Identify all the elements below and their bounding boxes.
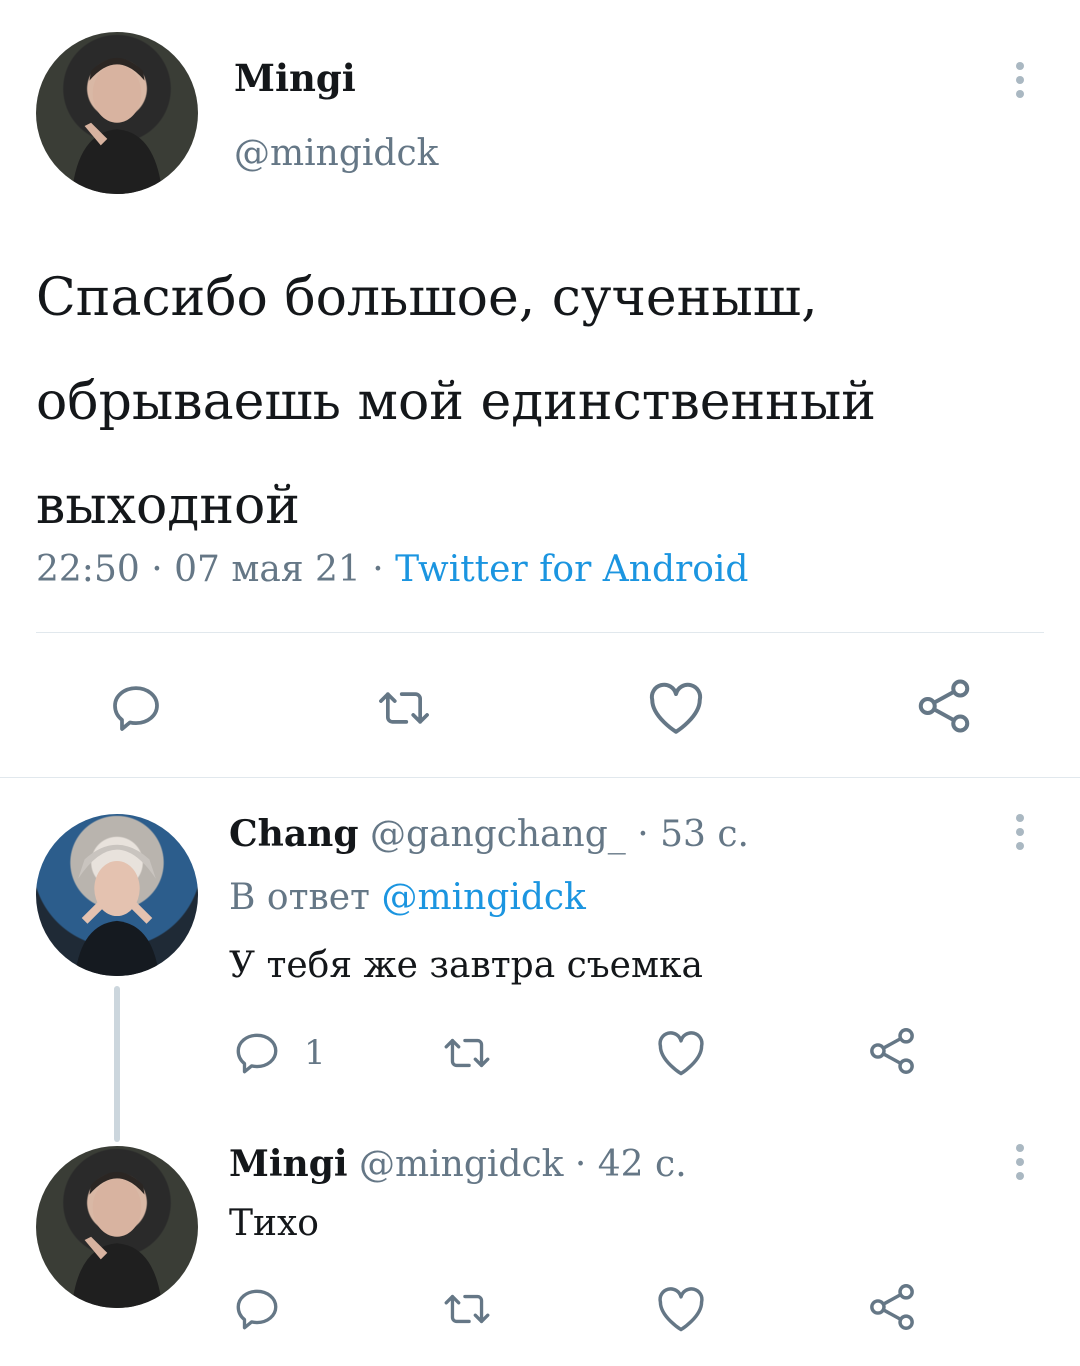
section-divider xyxy=(0,777,1080,778)
tweet-date: 07 мая 21 xyxy=(174,549,361,590)
retweet-icon[interactable] xyxy=(440,1028,494,1078)
author-name[interactable]: Mingi xyxy=(234,56,356,100)
more-vertical-icon[interactable] xyxy=(1013,814,1027,856)
reply-age: 42 с. xyxy=(597,1144,687,1185)
tweet-text-line: Спасибо большое, сученыш, xyxy=(36,268,818,328)
reply-text: У тебя же завтра съемка xyxy=(229,945,703,986)
thread-line xyxy=(114,986,120,1142)
reply-header: Mingi @mingidck · 42 с. xyxy=(229,1140,687,1189)
tweet-text-line: обрываешь мой единственный xyxy=(36,372,876,432)
avatar-chang[interactable] xyxy=(36,814,198,976)
tweet-text-line: выходной xyxy=(36,476,300,536)
meta-separator: · xyxy=(372,549,384,590)
tweet-text: Спасибо большое, сученыш, обрываешь мой … xyxy=(36,246,1056,558)
meta-separator: · xyxy=(637,814,649,855)
heart-icon[interactable] xyxy=(655,1028,707,1078)
author-handle[interactable]: @mingidck xyxy=(359,1144,563,1185)
reply-icon[interactable] xyxy=(232,1028,282,1078)
divider xyxy=(36,632,1044,633)
reply-to-handle-link[interactable]: @mingidck xyxy=(381,877,585,918)
meta-separator: · xyxy=(151,549,163,590)
reply-icon[interactable] xyxy=(108,680,164,736)
tweet-source-link[interactable]: Twitter for Android xyxy=(395,549,748,590)
reply-to-prefix: В ответ xyxy=(229,877,370,918)
author-handle[interactable]: @gangchang_ xyxy=(370,814,626,855)
share-icon[interactable] xyxy=(866,1025,918,1077)
heart-icon[interactable] xyxy=(655,1284,707,1334)
tweet-meta: 22:50 · 07 мая 21 · Twitter for Android xyxy=(36,546,748,594)
reply-text: Тихо xyxy=(229,1203,319,1244)
avatar-mingi[interactable] xyxy=(36,32,198,194)
heart-icon[interactable] xyxy=(646,680,706,736)
reply-icon[interactable] xyxy=(232,1284,282,1334)
meta-separator: · xyxy=(574,1144,587,1185)
retweet-icon[interactable] xyxy=(440,1284,494,1334)
avatar-image xyxy=(71,57,163,194)
share-icon[interactable] xyxy=(914,676,974,736)
reply-to: В ответ @mingidck xyxy=(229,874,586,922)
reply-header: Chang @gangchang_ · 53 с. xyxy=(229,810,749,859)
author-name[interactable]: Chang xyxy=(229,813,359,855)
more-vertical-icon[interactable] xyxy=(1013,1144,1027,1186)
author-handle[interactable]: @mingidck xyxy=(234,132,438,176)
avatar-mingi[interactable] xyxy=(36,1146,198,1308)
reply-age: 53 с. xyxy=(660,814,749,855)
more-vertical-icon[interactable] xyxy=(1013,62,1027,104)
avatar-image xyxy=(74,844,160,976)
share-icon[interactable] xyxy=(866,1281,918,1333)
reply-count: 1 xyxy=(304,1033,326,1073)
tweet-time: 22:50 xyxy=(36,549,140,590)
retweet-icon[interactable] xyxy=(374,680,434,736)
author-name[interactable]: Mingi xyxy=(229,1143,348,1185)
avatar-image xyxy=(71,1171,163,1308)
